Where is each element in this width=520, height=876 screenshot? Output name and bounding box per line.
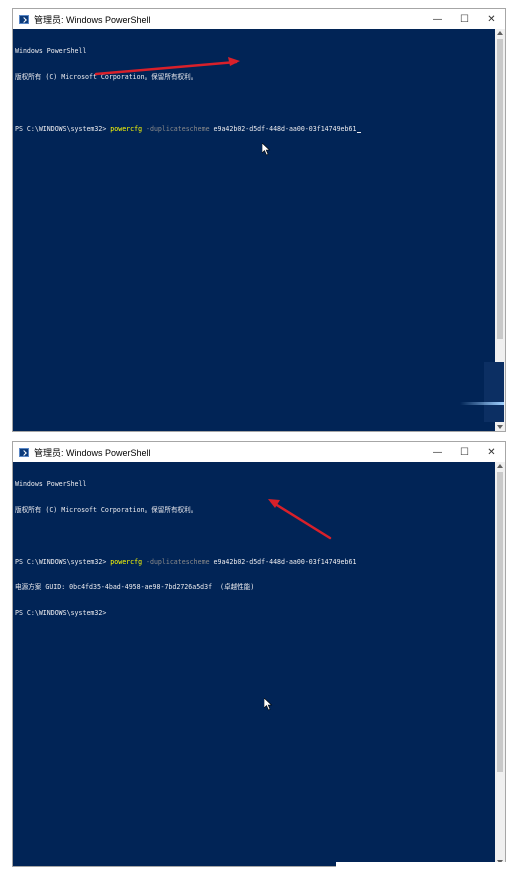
powershell-icon [19, 447, 29, 457]
command-line: PS C:\WINDOWS\system32> powercfg -duplic… [15, 125, 493, 134]
command-name: powercfg [110, 557, 143, 566]
copyright-line: 版权所有 (C) Microsoft Corporation。保留所有权利。 [15, 505, 198, 514]
prompt-line: PS C:\WINDOWS\system32> [15, 609, 107, 618]
command-parameter: -duplicatescheme [142, 557, 210, 566]
title-bar[interactable]: 管理员: Windows PowerShell — ☐ ✕ [13, 442, 505, 462]
minimize-button[interactable]: — [424, 442, 451, 462]
command-parameter: -duplicatescheme [142, 124, 210, 133]
close-button[interactable]: ✕ [478, 442, 505, 462]
desktop-background-glimpse [484, 362, 504, 422]
minimize-button[interactable]: — [424, 9, 451, 29]
command-line: PS C:\WINDOWS\system32> powercfg -duplic… [15, 558, 493, 567]
command-argument: e9a42b02-d5df-448d-aa00-03f14749eb61 [209, 557, 357, 566]
powershell-window-2: 管理员: Windows PowerShell — ☐ ✕ Windows Po… [12, 441, 506, 867]
copyright-line: 版权所有 (C) Microsoft Corporation。保留所有权利。 [15, 72, 198, 81]
banner-line: Windows PowerShell [15, 480, 87, 489]
desktop-light-streak [460, 402, 504, 405]
command-argument: e9a42b02-d5df-448d-aa00-03f14749eb61 [209, 124, 357, 133]
scroll-up-arrow-icon[interactable] [497, 464, 503, 468]
mouse-pointer-icon [262, 143, 271, 156]
maximize-button[interactable]: ☐ [451, 442, 478, 462]
command-name: powercfg [110, 124, 143, 133]
powershell-window-1: 管理员: Windows PowerShell — ☐ ✕ Windows Po… [12, 8, 506, 432]
command-output-line: 电源方案 GUID: 0bc4fd35-4bad-4958-ae98-7bd27… [15, 583, 255, 592]
powershell-icon [19, 14, 29, 24]
prompt: PS C:\WINDOWS\system32> [15, 557, 111, 566]
prompt: PS C:\WINDOWS\system32> [15, 124, 111, 133]
window-title: 管理员: Windows PowerShell [34, 447, 151, 458]
banner-line: Windows PowerShell [15, 47, 87, 56]
console-area[interactable]: Windows PowerShell 版权所有 (C) Microsoft Co… [13, 29, 495, 431]
text-cursor [357, 132, 362, 134]
console-area[interactable]: Windows PowerShell 版权所有 (C) Microsoft Co… [13, 462, 495, 866]
screenshot-crop-edge [336, 862, 506, 868]
vertical-scrollbar[interactable] [495, 462, 505, 866]
scroll-thumb[interactable] [497, 39, 503, 339]
maximize-button[interactable]: ☐ [451, 9, 478, 29]
close-button[interactable]: ✕ [478, 9, 505, 29]
title-bar[interactable]: 管理员: Windows PowerShell — ☐ ✕ [13, 9, 505, 29]
scroll-thumb[interactable] [497, 472, 503, 772]
window-title: 管理员: Windows PowerShell [34, 14, 151, 25]
scroll-down-arrow-icon[interactable] [497, 425, 503, 429]
scroll-up-arrow-icon[interactable] [497, 31, 503, 35]
mouse-pointer-icon [264, 698, 273, 711]
